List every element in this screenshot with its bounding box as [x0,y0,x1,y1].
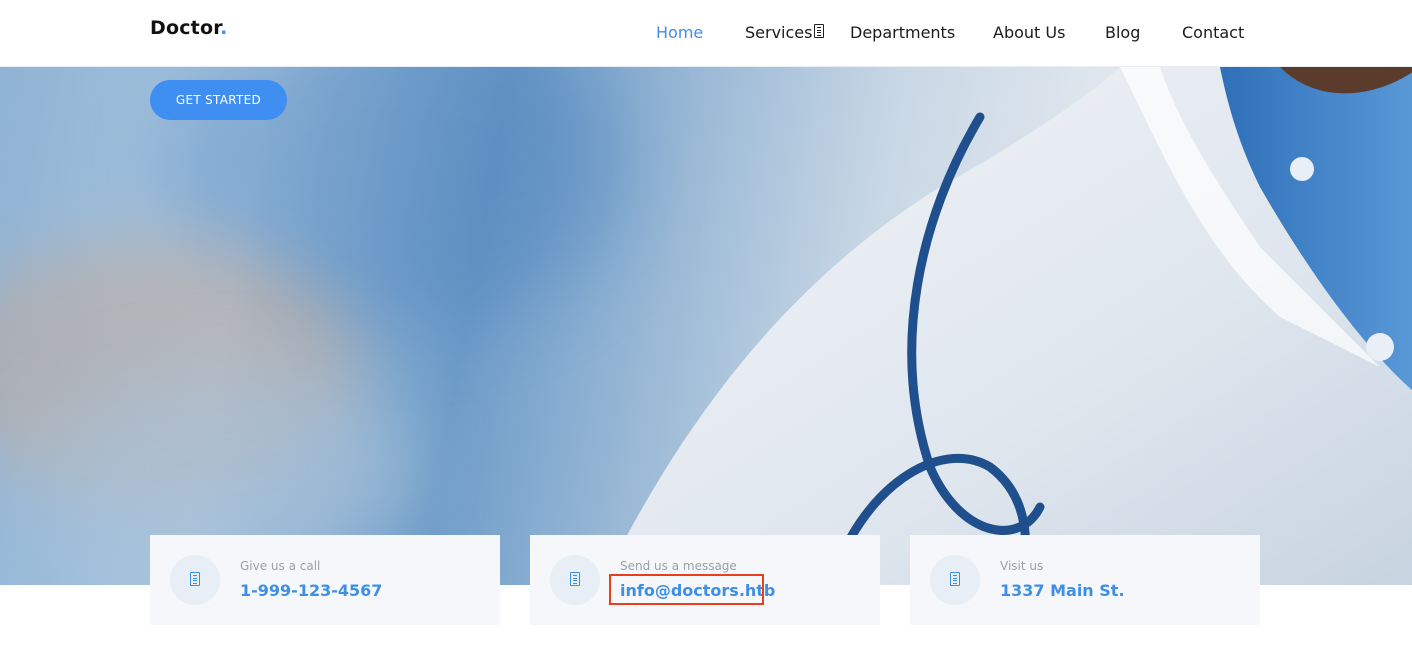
phone-icon [190,572,200,586]
info-icon-circle [170,555,220,605]
nav-item-blog[interactable]: Blog [1105,23,1140,42]
site-logo[interactable]: Doctor. [150,17,228,39]
info-icon-circle [930,555,980,605]
logo-dot: . [220,17,228,39]
nav-item-contact[interactable]: Contact [1182,23,1244,42]
nav-item-departments[interactable]: Departments [850,23,955,42]
info-box-call: Give us a call 1-999-123-4567 [150,535,500,625]
address-link[interactable]: 1337 Main St. [1000,581,1125,600]
map-marker-icon [950,572,960,586]
nav-item-home[interactable]: Home [656,23,703,42]
hero-section [0,67,1412,585]
nav-item-services[interactable]: Services [745,23,812,42]
info-label: Visit us [1000,559,1044,573]
doctor-hero-image [601,67,1412,585]
info-box-visit: Visit us 1337 Main St. [910,535,1260,625]
email-highlight-box [609,574,764,605]
info-label: Give us a call [240,559,321,573]
services-dropdown-icon[interactable] [814,24,824,38]
site-header: Doctor. Home Services Departments About … [0,0,1412,67]
info-icon-circle [550,555,600,605]
nav-item-about-us[interactable]: About Us [993,23,1065,42]
info-label: Send us a message [620,559,737,573]
logo-text: Doctor [150,17,221,39]
envelope-icon [570,572,580,586]
get-started-button[interactable]: GET STARTED [150,80,287,120]
phone-number-link[interactable]: 1-999-123-4567 [240,581,382,600]
